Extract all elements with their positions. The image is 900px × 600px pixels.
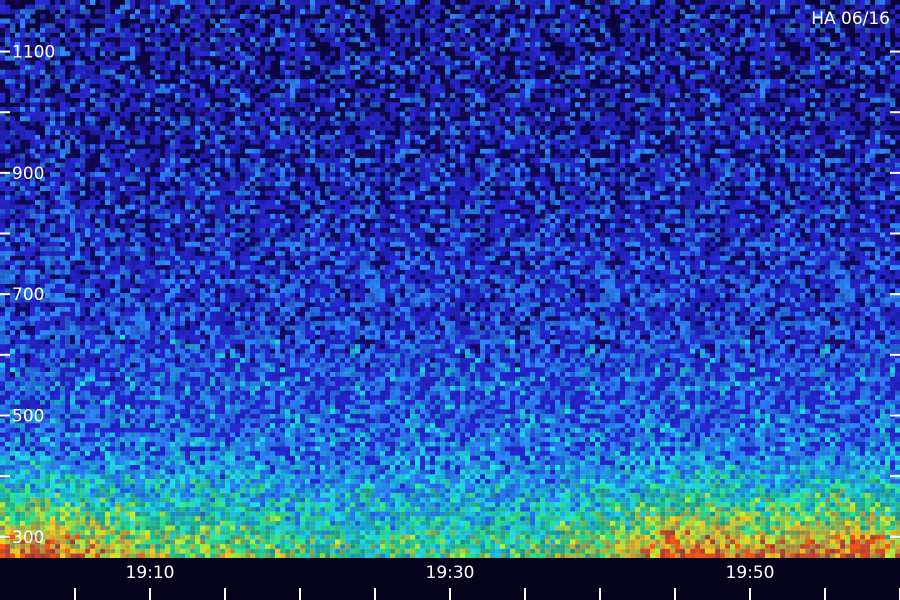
x-tick-label-1910: 19:10 xyxy=(126,563,175,583)
chart-title: HA 06/16 xyxy=(811,9,890,29)
y-tick-label-700: 700 xyxy=(12,285,44,305)
y-tick-label-900: 900 xyxy=(12,164,44,184)
y-tick-label-1100: 1100 xyxy=(12,43,55,63)
x-tick-label-1950: 19:50 xyxy=(726,563,775,583)
x-tick-label-1930: 19:30 xyxy=(426,563,475,583)
spectrogram-chart: 300 500 700 900 1100 19:10 19:30 19:50 HA 06/16 xyxy=(0,0,900,600)
spectrogram-intensity-layer xyxy=(0,0,900,558)
y-tick-label-500: 500 xyxy=(12,406,44,426)
y-tick-label-300: 300 xyxy=(12,528,44,548)
